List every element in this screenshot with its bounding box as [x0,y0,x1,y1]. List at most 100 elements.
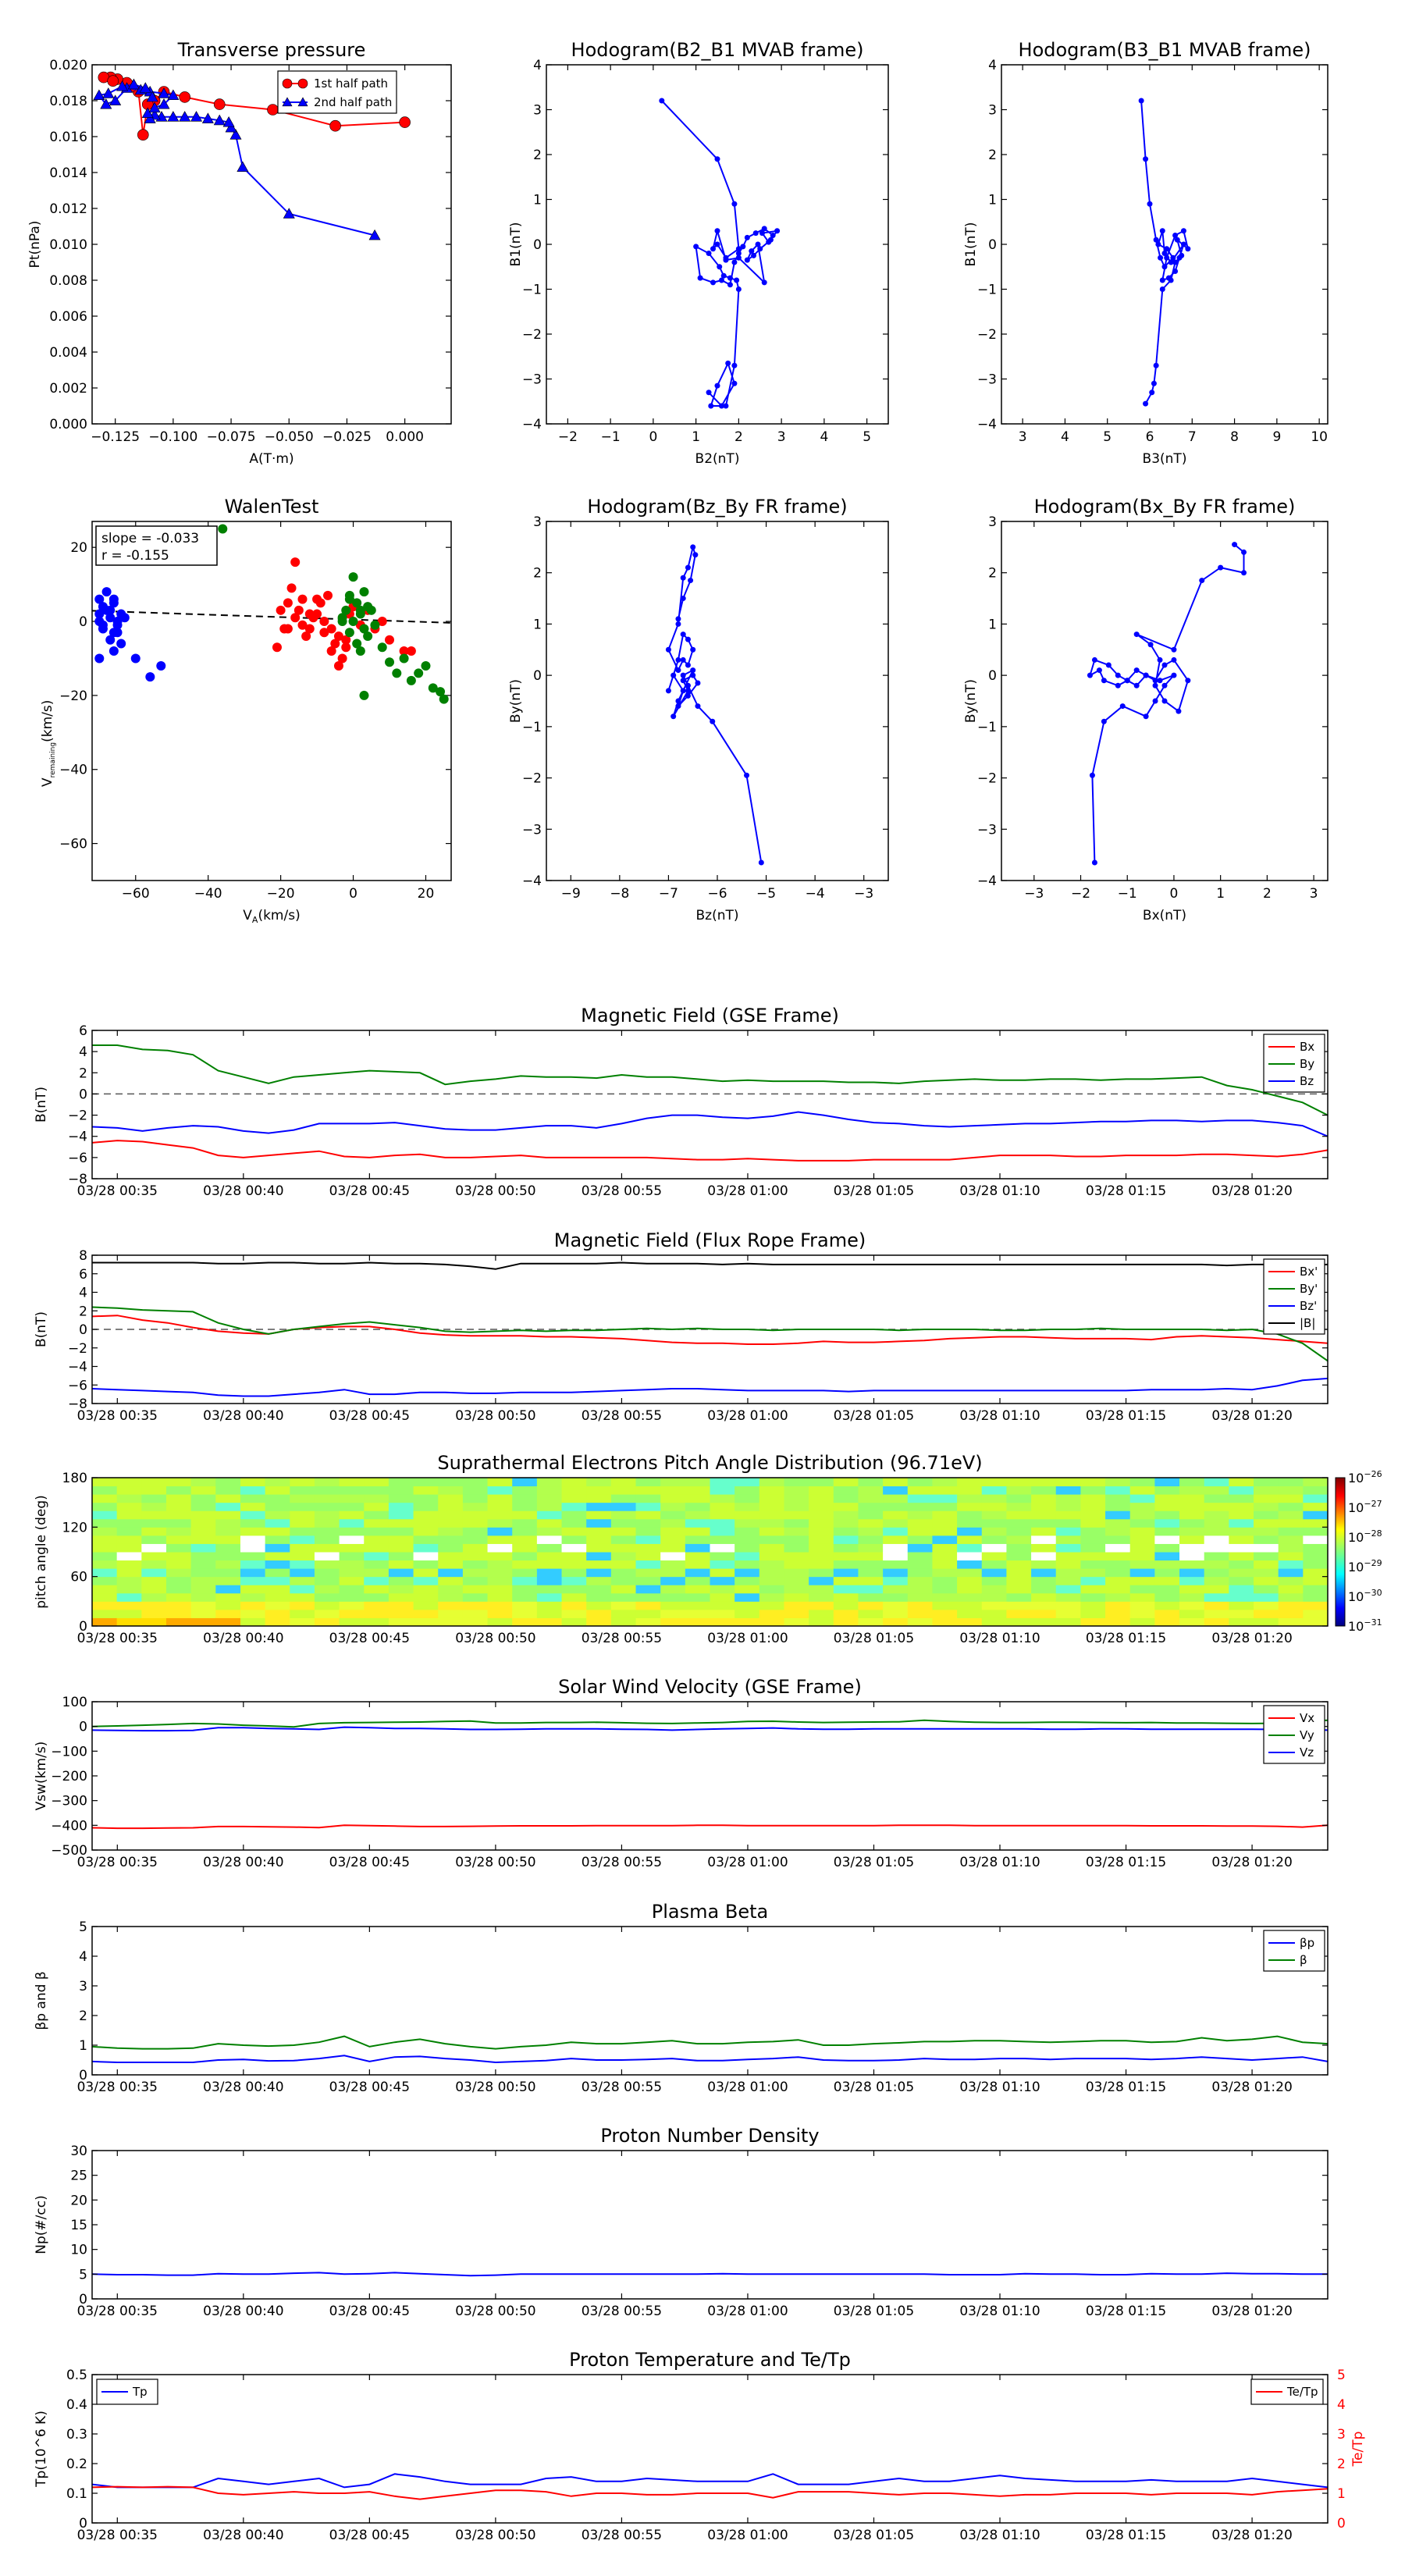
heatmap-cell [981,1601,1007,1610]
data-point [1143,672,1149,678]
heatmap-cell [116,1560,142,1569]
heatmap-cell [438,1568,464,1578]
heatmap-cell [462,1535,489,1544]
heatmap-cell [907,1535,933,1544]
heatmap-cell [116,1543,142,1553]
heatmap-cell [290,1585,315,1594]
heatmap-cell [610,1585,637,1594]
heatmap-cell [660,1601,686,1610]
x-tick-label: −0.025 [322,429,372,445]
heatmap-cell [586,1585,612,1594]
heatmap-cell [660,1535,686,1544]
heatmap-cell [685,1568,710,1578]
heatmap-cell [92,1576,118,1585]
chart-title: Suprathermal Electrons Pitch Angle Distr… [437,1452,982,1474]
x-tick-label: 03/28 00:45 [329,1631,410,1646]
y-tick-label: 0 [79,2068,87,2083]
heatmap-cell [536,1601,563,1610]
heatmap-cell [141,1510,167,1520]
x-tick-label: 03/28 00:40 [203,1855,283,1870]
heatmap-cell [92,1609,118,1618]
data-point [1101,678,1107,684]
heatmap-cell [932,1592,958,1602]
heatmap-cell [1154,1518,1180,1528]
heatmap-cell [1204,1510,1229,1520]
heatmap-cell [610,1601,637,1610]
heatmap-cell [932,1543,958,1553]
heatmap-cell [1204,1585,1229,1594]
data-point [744,234,750,240]
y-tick-label: 4 [988,58,997,73]
heatmap-cell [1006,1568,1032,1578]
heatmap-cell [1105,1494,1131,1503]
heatmap-cell [116,1592,142,1602]
data-point [1161,264,1168,270]
data-point [326,624,336,634]
heatmap-cell [1229,1617,1254,1627]
x-tick-label: 03/28 00:55 [582,1408,662,1424]
y-tick-label: 0.4 [66,2397,87,2413]
panel-temp: Proton Temperature and Te/Tp03/28 00:35 0… [34,2349,1366,2543]
heatmap-cell [512,1518,538,1528]
y-tick-label: 1 [533,193,542,208]
data-point [1157,656,1163,663]
heatmap-cell [735,1552,760,1561]
heatmap-cell [92,1527,118,1536]
x-tick-label: −0.100 [148,429,197,445]
heatmap-cell [339,1592,365,1602]
series-line [92,1261,1328,1270]
heatmap-cell [265,1552,290,1561]
x-tick-label: 03/28 01:15 [1086,2304,1166,2319]
panel-h2: Hodogram(B3_B1 MVAB frame)3 4 5 6 7 8 9 10−4−3−… [963,39,1329,467]
heatmap-cell [413,1552,439,1561]
heatmap-cell [512,1485,538,1495]
heatmap-cell [1229,1592,1254,1602]
heatmap-cell [1303,1609,1329,1618]
y-tick-label: −2 [522,771,542,787]
x-tick-label: 03/28 00:50 [455,1855,535,1870]
data-point [680,688,686,694]
heatmap-cell [1105,1576,1131,1585]
heatmap-cell [314,1518,340,1528]
heatmap-cell [586,1543,612,1553]
y-tick-label: −1 [522,720,542,735]
heatmap-cell [759,1535,784,1544]
y-tick-label: 1 [79,2038,87,2054]
x-tick-label: 03/28 00:50 [455,1631,535,1646]
heatmap-cell [165,1609,192,1618]
panel-bgse: Magnetic Field (GSE Frame) 03/28 00:35 03/… [34,1005,1329,1199]
heatmap-cell [1254,1494,1279,1503]
legend: βp β [1263,1930,1325,1972]
x-tick-label: −3 [1024,886,1044,902]
heatmap-cell [1129,1494,1155,1503]
heatmap-cell [784,1518,809,1528]
data-point [685,564,691,571]
heatmap-cell [165,1535,192,1544]
heatmap-cell [833,1485,859,1495]
heatmap-cell [1080,1592,1106,1602]
heatmap-cell [883,1585,909,1594]
heatmap-cell [536,1568,563,1578]
heatmap-cell [536,1478,563,1487]
heatmap-cell [190,1617,216,1627]
walen-r: r = -0.155 [101,548,169,564]
y-axis-label: Vremaining(km/s) [40,700,57,787]
heatmap-cell [116,1510,142,1520]
heatmap-cell [462,1494,489,1503]
heatmap-cell [809,1494,834,1503]
heatmap-cell [858,1510,884,1520]
heatmap-cell [462,1617,489,1627]
heatmap-cell [1254,1510,1279,1520]
heatmap-cell [710,1585,735,1594]
series-line [92,1824,1328,1830]
heatmap-cell [438,1494,464,1503]
heatmap-cell [462,1518,489,1528]
chart-title: Magnetic Field (Flux Rope Frame) [554,1229,866,1251]
series-line [92,2035,1328,2050]
x-tick-label: 03/28 00:40 [203,1183,283,1199]
heatmap-cell [635,1552,661,1561]
colorbar-tick-label: 10−29 [1348,1558,1382,1574]
heatmap-cell [190,1560,216,1569]
heatmap-cell [116,1478,142,1487]
heatmap-cell [1105,1592,1131,1602]
